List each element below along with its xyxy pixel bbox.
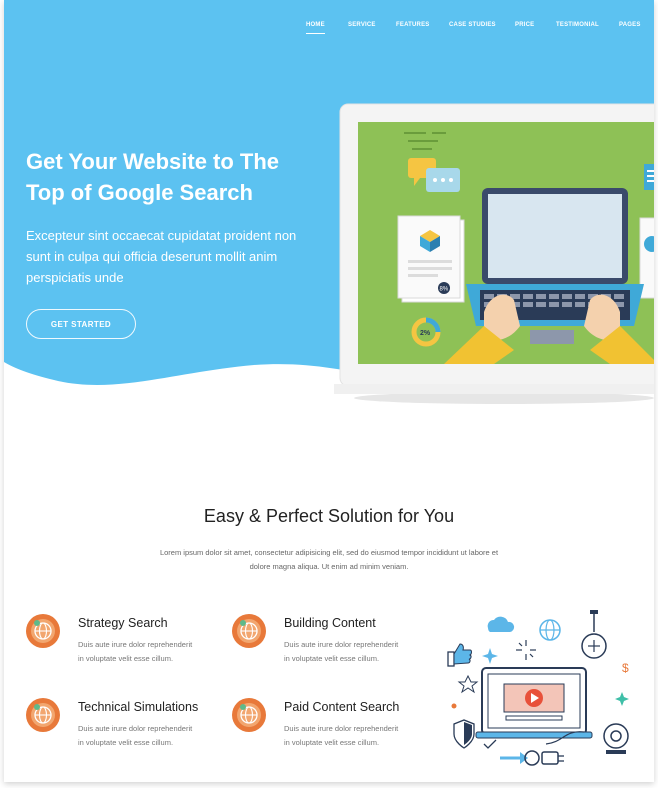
thumbs-up-icon bbox=[447, 643, 472, 667]
feature-title: Building Content bbox=[284, 616, 376, 630]
feature-description-line1: Duis aute irure dolor reprehenderit bbox=[284, 724, 399, 733]
cloud-icon bbox=[487, 616, 515, 632]
feature-description-line2: in voluptate velit esse cillum. bbox=[284, 738, 380, 747]
globe-icon bbox=[26, 614, 60, 648]
page-frame: HOME SERVICE FEATURES CASE STUDIES PRICE… bbox=[4, 0, 654, 782]
section-description-line1: Lorem ipsum dolor sit amet, consectetur … bbox=[159, 548, 499, 557]
magnifier-icon bbox=[581, 610, 607, 659]
feature-title: Paid Content Search bbox=[284, 700, 400, 714]
get-started-button[interactable]: GET STARTED bbox=[26, 309, 136, 339]
feature-description: Duis aute irure dolor reprehenderit in v… bbox=[284, 638, 434, 666]
feature-description-line1: Duis aute irure dolor reprehenderit bbox=[78, 640, 193, 649]
globe-outline-icon bbox=[539, 619, 561, 641]
feature-description: Duis aute irure dolor reprehenderit in v… bbox=[284, 722, 434, 750]
feature-technical-simulations[interactable]: Technical Simulations Duis aute irure do… bbox=[26, 698, 216, 768]
globe-icon bbox=[232, 698, 266, 732]
section-description-line2: dolore magna aliqua. Ut enim ad minim ve… bbox=[249, 562, 409, 571]
hero-title: Get Your Website to The Top of Google Se… bbox=[26, 146, 326, 208]
shield-icon bbox=[453, 719, 475, 749]
star-icon bbox=[457, 674, 479, 694]
section-description: Lorem ipsum dolor sit amet, consectetur … bbox=[124, 546, 534, 574]
top-nav: HOME SERVICE FEATURES CASE STUDIES PRICE… bbox=[4, 22, 654, 42]
media-illustration: $ bbox=[447, 610, 629, 766]
nav-price[interactable]: PRICE bbox=[515, 22, 534, 28]
nav-testimonial[interactable]: TESTIMONIAL bbox=[556, 22, 599, 28]
globe-icon bbox=[26, 698, 60, 732]
feature-description: Duis aute irure dolor reprehenderit in v… bbox=[78, 638, 228, 666]
percent-badge-bottom: 2% bbox=[420, 330, 431, 337]
dollar-icon: $ bbox=[622, 661, 629, 675]
hero-description: Excepteur sint occaecat cupidatat proide… bbox=[26, 228, 297, 285]
nav-service[interactable]: SERVICE bbox=[348, 22, 376, 28]
hero-title-line2: Top of Google Search bbox=[26, 180, 253, 205]
nav-pages[interactable]: PAGES bbox=[619, 22, 641, 28]
feature-building-content[interactable]: Building Content Duis aute irure dolor r… bbox=[232, 614, 422, 684]
laptop-illustration: 8% 2% bbox=[334, 103, 654, 404]
nav-home[interactable]: HOME bbox=[306, 22, 325, 34]
feature-description-line2: in voluptate velit esse cillum. bbox=[284, 654, 380, 663]
feature-strategy-search[interactable]: Strategy Search Duis aute irure dolor re… bbox=[26, 614, 216, 684]
monitor-play-icon bbox=[475, 667, 593, 739]
hero-section: HOME SERVICE FEATURES CASE STUDIES PRICE… bbox=[4, 0, 654, 420]
percent-badge-top: 8% bbox=[440, 287, 449, 293]
feature-title: Strategy Search bbox=[78, 616, 168, 630]
globe-icon bbox=[232, 614, 266, 648]
feature-description-line1: Duis aute irure dolor reprehenderit bbox=[78, 724, 193, 733]
nav-case-studies[interactable]: CASE STUDIES bbox=[449, 22, 496, 28]
feature-paid-content-search[interactable]: Paid Content Search Duis aute irure dolo… bbox=[232, 698, 422, 768]
nav-features[interactable]: FEATURES bbox=[396, 22, 430, 28]
feature-description-line1: Duis aute irure dolor reprehenderit bbox=[284, 640, 399, 649]
feature-description-line2: in voluptate velit esse cillum. bbox=[78, 654, 174, 663]
feature-description-line2: in voluptate velit esse cillum. bbox=[78, 738, 174, 747]
webcam-icon bbox=[603, 723, 629, 754]
check-icon bbox=[483, 739, 497, 749]
feature-title: Technical Simulations bbox=[78, 700, 199, 714]
section-title: Easy & Perfect Solution for You bbox=[203, 506, 455, 526]
hero-title-line1: Get Your Website to The bbox=[26, 149, 280, 174]
feature-description: Duis aute irure dolor reprehenderit in v… bbox=[78, 722, 228, 750]
